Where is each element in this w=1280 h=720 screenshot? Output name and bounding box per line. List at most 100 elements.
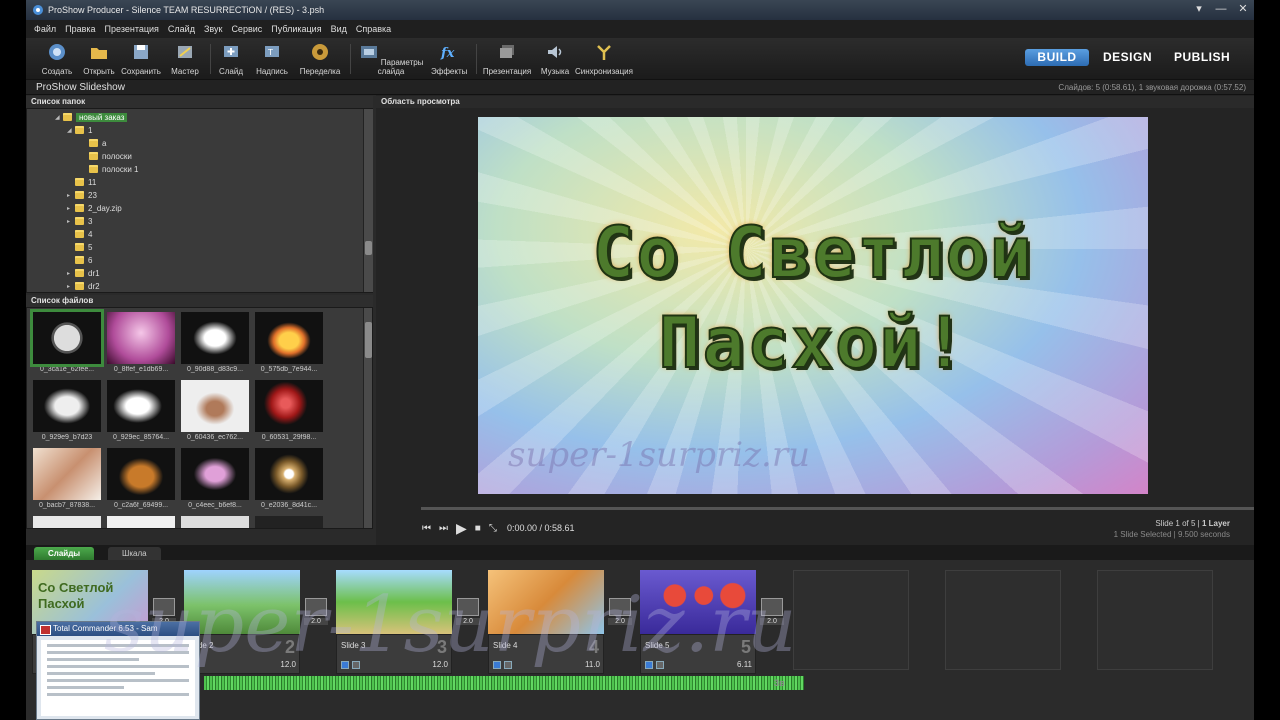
design-mode-button[interactable]: DESIGN bbox=[1103, 49, 1152, 66]
file-thumbnail[interactable]: 0_60436_ec762... bbox=[179, 380, 251, 441]
playback-seek-bar[interactable] bbox=[421, 507, 1254, 510]
tab-slides[interactable]: Слайды bbox=[34, 547, 95, 560]
folder-item[interactable]: ◢ новый заказ bbox=[55, 111, 128, 123]
toolbar-caption-button[interactable]: T Надпись bbox=[254, 42, 290, 76]
publish-mode-button[interactable]: PUBLISH bbox=[1174, 49, 1230, 66]
folder-item[interactable]: ▸ 3 bbox=[67, 215, 92, 227]
menu-publish[interactable]: Публикация bbox=[271, 24, 321, 34]
toolbar-new-button[interactable]: Создать bbox=[40, 42, 74, 76]
audio-waveform[interactable] bbox=[204, 676, 804, 690]
folder-list-header: Список папок bbox=[26, 96, 373, 108]
slide-video-icon bbox=[493, 661, 501, 669]
folder-item[interactable]: ▸ dr2 bbox=[67, 280, 100, 292]
toolbar-open-button[interactable]: Открыть bbox=[82, 42, 116, 76]
folder-item[interactable]: полоски bbox=[89, 150, 132, 162]
menu-help[interactable]: Справка bbox=[356, 24, 391, 34]
empty-slide-slot[interactable] bbox=[793, 570, 909, 670]
minimize-button[interactable]: — bbox=[1214, 2, 1228, 16]
file-thumbnail[interactable]: 0_e2036_8d41c... bbox=[253, 448, 325, 509]
folder-item[interactable]: ◢ 1 bbox=[67, 124, 92, 136]
folder-icon bbox=[75, 217, 84, 225]
folder-item[interactable]: 11 bbox=[67, 176, 96, 188]
slide-thumbnail bbox=[640, 570, 756, 634]
playback-controls: ⏮ ⏭ ▶ ■ ⤡ bbox=[422, 520, 497, 537]
empty-slide-slot[interactable] bbox=[1097, 570, 1213, 670]
menu-file[interactable]: Файл bbox=[34, 24, 56, 34]
folder-item[interactable]: ▸ 2_day.zip bbox=[67, 202, 122, 214]
file-thumbnail[interactable]: 0_929e9_b7d23 bbox=[31, 380, 103, 441]
file-thumbnail[interactable]: 0_929ec_85764... bbox=[105, 380, 177, 441]
toolbar-add-slide-button[interactable]: Слайд bbox=[216, 42, 246, 76]
transition-3[interactable]: 2.0 bbox=[456, 598, 480, 625]
tab-timeline[interactable]: Шкала bbox=[108, 547, 161, 560]
menu-audio[interactable]: Звук bbox=[204, 24, 222, 34]
empty-slide-slot[interactable] bbox=[945, 570, 1061, 670]
svg-text:T: T bbox=[267, 48, 273, 57]
file-thumbnail[interactable] bbox=[253, 516, 325, 528]
transition-2[interactable]: 2.0 bbox=[304, 598, 328, 625]
file-thumbnail[interactable]: 0_3ca1e_62fee... bbox=[30, 309, 104, 373]
toolbar-wizard-button[interactable]: Мастер bbox=[168, 42, 202, 76]
toolbar-slide-options-button[interactable]: Параметры слайда bbox=[356, 42, 426, 76]
file-scrollbar[interactable] bbox=[363, 308, 372, 528]
fullscreen-icon[interactable]: ⤡ bbox=[489, 523, 497, 534]
menu-show[interactable]: Презентация bbox=[105, 24, 159, 34]
play-icon[interactable]: ▶ bbox=[456, 520, 467, 537]
toolbar-sync-button[interactable]: Синхронизация bbox=[574, 42, 634, 76]
stop-icon[interactable]: ■ bbox=[475, 523, 481, 534]
folder-item[interactable]: ▸ 23 bbox=[67, 189, 97, 201]
file-thumbnail[interactable]: 0_c2a6f_69499... bbox=[105, 448, 177, 509]
slide-card-4[interactable]: Slide 4 4 11.0 bbox=[488, 570, 604, 674]
transition-5[interactable]: 2.0 bbox=[760, 598, 784, 625]
close-button[interactable]: ✕ bbox=[1236, 2, 1250, 16]
folder-item[interactable]: а bbox=[89, 137, 106, 149]
preview-canvas[interactable]: Со Светлой Пасхой! super-1surpriz.ru bbox=[478, 117, 1148, 494]
file-thumbnail[interactable]: 0_60531_29f98... bbox=[253, 380, 325, 441]
preview-area: Область просмотра Со Светлой Пасхой! sup… bbox=[376, 95, 1254, 545]
menu-dropdown-button[interactable]: ▾ bbox=[1192, 2, 1206, 16]
folder-icon bbox=[75, 178, 84, 186]
file-thumbnail[interactable]: 0_575db_7e944... bbox=[253, 312, 325, 373]
file-thumbnail[interactable] bbox=[31, 516, 103, 528]
svg-text:fx: fx bbox=[440, 46, 455, 61]
slide-card-3[interactable]: Slide 3 3 12.0 bbox=[336, 570, 452, 674]
previous-slide-icon[interactable]: ⏮ bbox=[422, 523, 431, 534]
file-scroll-thumb[interactable] bbox=[365, 322, 372, 358]
file-thumbnail[interactable] bbox=[179, 516, 251, 528]
next-slide-icon[interactable]: ⏭ bbox=[439, 523, 448, 534]
menu-slide[interactable]: Слайд bbox=[168, 24, 195, 34]
toolbar-remix-button[interactable]: Переделка bbox=[298, 42, 342, 76]
window-controls: ▾ — ✕ bbox=[1192, 2, 1250, 16]
file-thumbnail[interactable]: 0_8ffef_e1db69... bbox=[105, 312, 177, 373]
folder-scrollbar[interactable] bbox=[363, 109, 373, 292]
folder-item[interactable]: 6 bbox=[67, 254, 92, 266]
toolbar-effects-button[interactable]: fx Эффекты bbox=[431, 42, 467, 76]
menu-view[interactable]: Вид bbox=[331, 24, 347, 34]
file-grid: 0_3ca1e_62fee... 0_8ffef_e1db69... 0_90d… bbox=[26, 307, 373, 529]
toolbar-show-options-button[interactable]: Презентация bbox=[482, 42, 532, 76]
selection-count: 1 Slide Selected bbox=[1113, 530, 1172, 539]
folder-item[interactable]: 4 bbox=[67, 228, 92, 240]
folder-item[interactable]: ▸ dr1 bbox=[67, 267, 100, 279]
file-thumbnail[interactable]: 0_90d88_d83c9... bbox=[179, 312, 251, 373]
toolbar-save-button[interactable]: Сохранить bbox=[120, 42, 162, 76]
folder-item[interactable]: полоски 1 bbox=[89, 163, 138, 175]
toolbar-music-button[interactable]: Музыка bbox=[538, 42, 572, 76]
slide-card-2[interactable]: Slide 2 2 12.0 bbox=[184, 570, 300, 674]
menu-tools[interactable]: Сервис bbox=[231, 24, 262, 34]
menu-edit[interactable]: Правка bbox=[65, 24, 95, 34]
slide-card-5[interactable]: Slide 5 5 6.11 bbox=[640, 570, 756, 674]
slide-video-icon bbox=[341, 661, 349, 669]
preview-watermark: super-1surpriz.ru bbox=[508, 435, 810, 475]
file-thumbnail[interactable] bbox=[105, 516, 177, 528]
transition-icon bbox=[457, 598, 479, 616]
folder-scroll-thumb[interactable] bbox=[365, 241, 372, 255]
folder-item[interactable]: 5 bbox=[67, 241, 92, 253]
build-mode-button[interactable]: BUILD bbox=[1025, 49, 1089, 66]
transition-4[interactable]: 2.0 bbox=[608, 598, 632, 625]
slide-name: Slide 5 bbox=[645, 641, 670, 650]
total-commander-preview[interactable]: Total Commander 6.53 - Sam bbox=[36, 621, 200, 720]
file-thumbnail[interactable]: 0_c4eec_b6ef8... bbox=[179, 448, 251, 509]
folder-icon bbox=[75, 191, 84, 199]
file-thumbnail[interactable]: 0_bacb7_87838... bbox=[31, 448, 103, 509]
